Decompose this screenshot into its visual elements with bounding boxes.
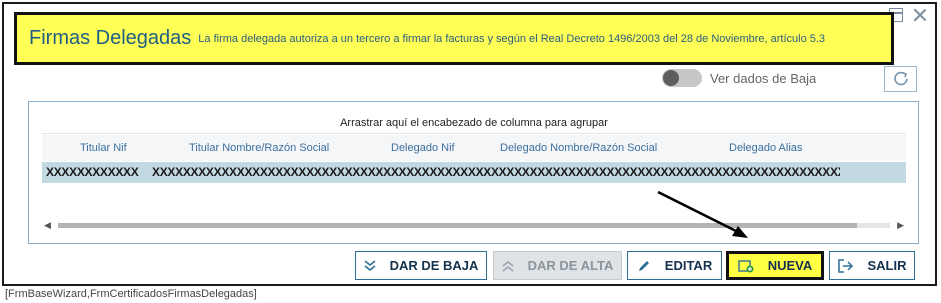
horizontal-scrollbar[interactable]: ◀ ▶ — [42, 218, 906, 232]
salir-label: SALIR — [867, 258, 907, 273]
show-inactive-toggle[interactable] — [662, 69, 702, 87]
double-chevron-down-icon — [364, 259, 376, 271]
dar-de-alta-label: DAR DE ALTA — [527, 258, 614, 273]
scrollbar-track[interactable] — [58, 223, 890, 228]
column-header-delegado-nombre[interactable]: Delegado Nombre/Razón Social — [500, 142, 657, 154]
title-banner: Firmas Delegadas La firma delegada autor… — [14, 12, 894, 65]
scroll-left-icon[interactable]: ◀ — [44, 218, 51, 232]
table-row[interactable]: XXXXXXXXXXXX XXXXXXXXXXXXXXXXXXXXXXXXXXX… — [42, 162, 906, 183]
new-document-icon — [738, 259, 754, 272]
nueva-button[interactable]: NUEVA — [726, 251, 824, 280]
column-header-delegado-alias[interactable]: Delegado Alias — [729, 142, 802, 154]
pencil-icon — [638, 260, 649, 271]
column-header-delegado-nif[interactable]: Delegado Nif — [391, 142, 455, 154]
group-drop-area[interactable]: Arrastrar aquí el encabezado de columna … — [42, 112, 906, 134]
column-header-row: Titular Nif Titular Nombre/Razón Social … — [42, 135, 906, 161]
toggle-knob — [663, 70, 679, 86]
annotation-arrow — [657, 190, 748, 238]
double-chevron-up-icon — [502, 260, 514, 272]
toggle-label: Ver dados de Baja — [710, 70, 817, 86]
show-inactive-toggle-row: Ver dados de Baja — [662, 69, 816, 87]
refresh-icon — [893, 71, 908, 86]
exit-icon — [837, 258, 853, 273]
nueva-label: NUEVA — [767, 258, 813, 273]
salir-button[interactable]: SALIR — [829, 251, 915, 280]
status-bar-text: [FrmBaseWizard,FrmCertificadosFirmasDele… — [5, 288, 257, 300]
dar-de-alta-button[interactable]: DAR DE ALTA — [493, 251, 622, 280]
dar-de-baja-label: DAR DE BAJA — [389, 258, 479, 273]
main-window: Firmas Delegadas La firma delegada autor… — [2, 2, 937, 286]
data-grid: Arrastrar aquí el encabezado de columna … — [28, 101, 919, 244]
page-subtitle: La firma delegada autoriza a un tercero … — [198, 32, 826, 45]
page-title: Firmas Delegadas — [29, 27, 192, 49]
dar-de-baja-button[interactable]: DAR DE BAJA — [355, 251, 487, 280]
table-cell-titular-nombre: XXXXXXXXXXXXXXXXXXXXXXXXXXXXXXXXXXXXXXXX… — [152, 165, 840, 179]
scroll-right-icon[interactable]: ▶ — [897, 218, 904, 232]
refresh-button[interactable] — [884, 66, 917, 92]
editar-button[interactable]: EDITAR — [627, 251, 722, 280]
column-header-titular-nombre[interactable]: Titular Nombre/Razón Social — [189, 142, 329, 154]
editar-label: EDITAR — [664, 258, 713, 273]
table-cell-titular-nif: XXXXXXXXXXXX — [46, 165, 139, 179]
close-icon[interactable] — [913, 8, 927, 22]
column-header-titular-nif[interactable]: Titular Nif — [80, 142, 127, 154]
